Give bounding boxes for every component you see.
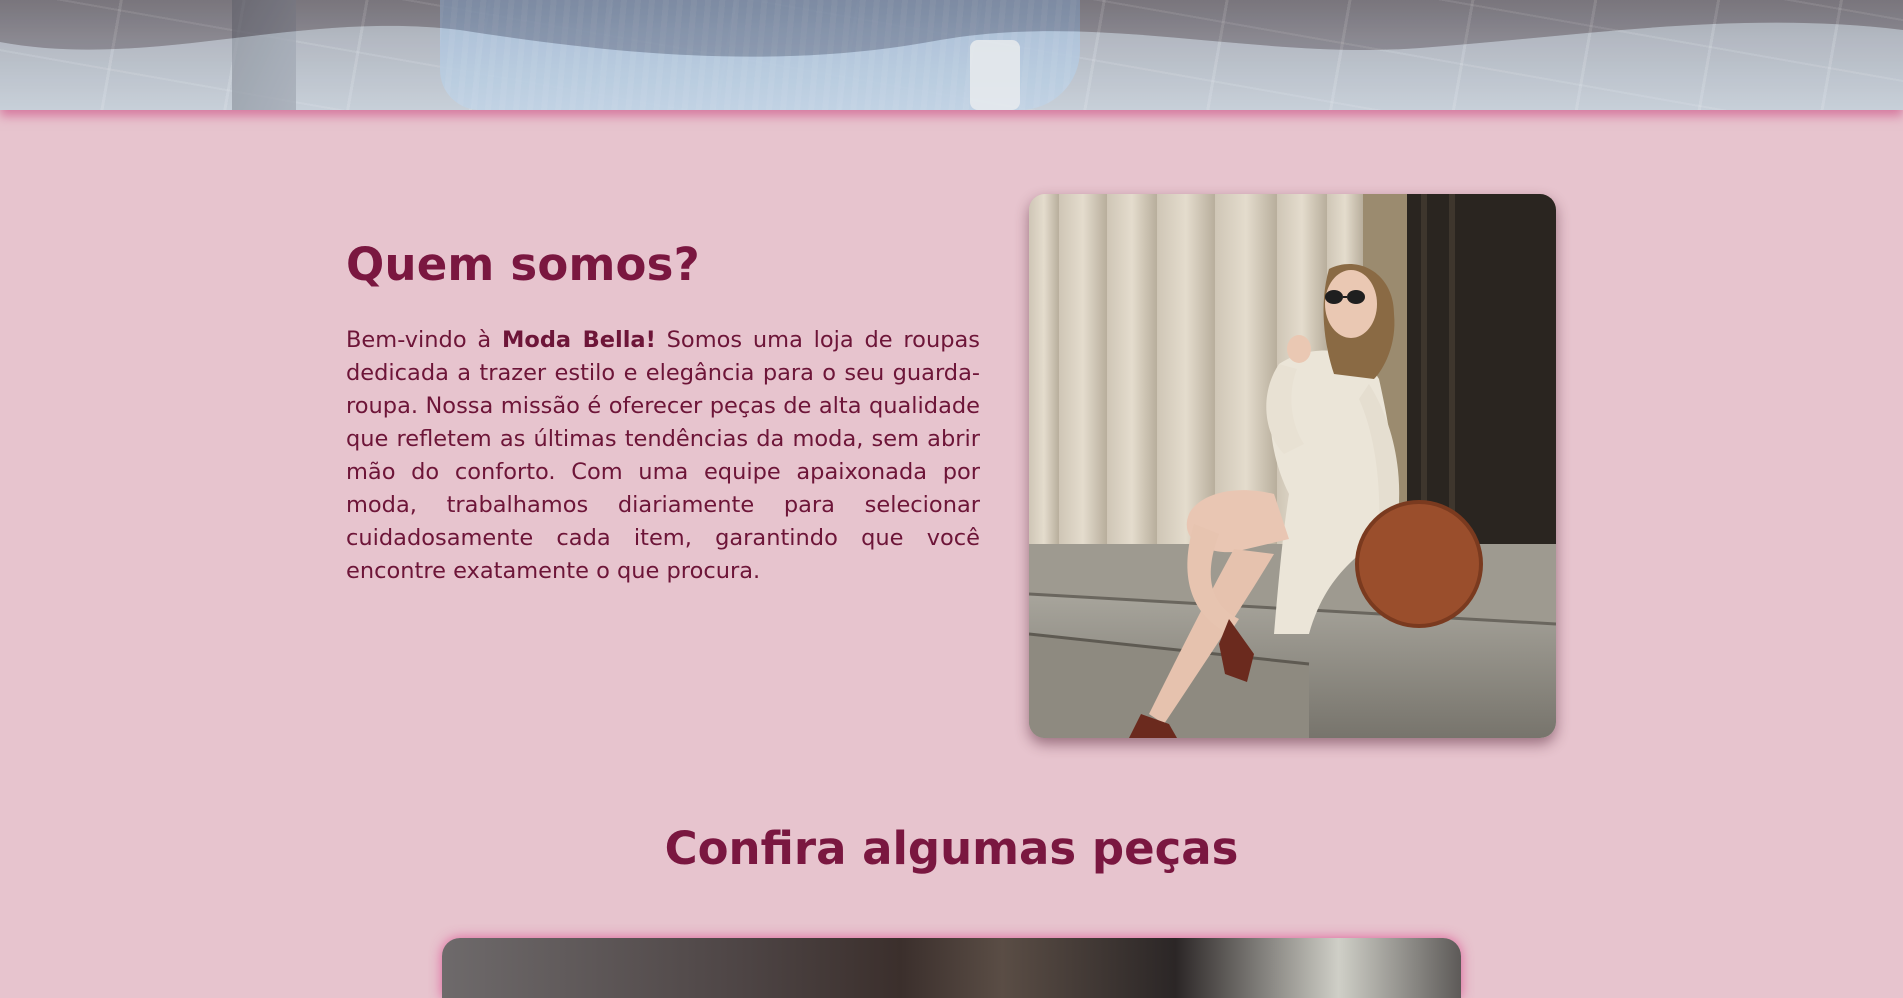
woman-on-steps-image <box>1029 194 1556 738</box>
about-body-text: Somos uma loja de roupas dedicada a traz… <box>346 327 980 584</box>
hero-banner <box>0 0 1903 110</box>
about-title: Quem somos? <box>346 238 700 291</box>
product-carousel-card[interactable] <box>442 938 1461 998</box>
products-title: Confira algumas peças <box>664 822 1239 875</box>
about-photo <box>1029 194 1556 738</box>
brand-name: Moda Bella! <box>501 327 656 353</box>
hero-overlay <box>0 0 1903 110</box>
about-intro-text: Bem-vindo à <box>346 327 502 353</box>
about-description: Bem-vindo à Moda Bella! Somos uma loja d… <box>346 324 980 588</box>
